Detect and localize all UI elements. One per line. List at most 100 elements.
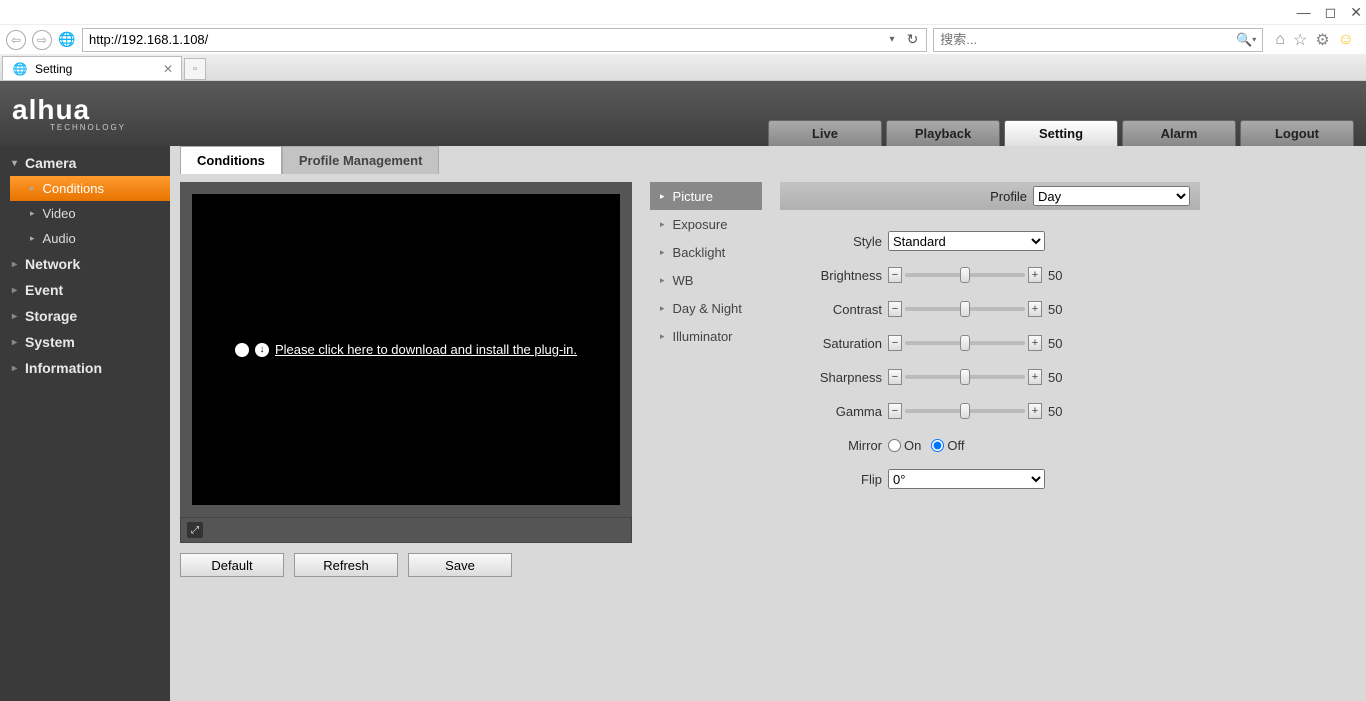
browser-tab[interactable]: 🌐 Setting ✕ xyxy=(2,56,182,80)
new-tab-button[interactable]: ▫ xyxy=(184,58,206,80)
topnav-logout[interactable]: Logout xyxy=(1240,120,1354,146)
close-window-icon[interactable]: ✕ xyxy=(1350,4,1362,21)
favorites-icon[interactable]: ☆ xyxy=(1293,30,1307,50)
brand-logo: alhua TECHNOLOGY xyxy=(12,96,126,132)
url-dropdown-icon[interactable]: ▾ xyxy=(886,34,899,45)
contrast-slider-thumb[interactable] xyxy=(960,301,970,317)
contrast-increase-button[interactable]: + xyxy=(1028,301,1042,317)
brightness-decrease-button[interactable]: − xyxy=(888,267,902,283)
maximize-icon[interactable]: ◻ xyxy=(1325,4,1337,21)
saturation-slider-thumb[interactable] xyxy=(960,335,970,351)
window-titlebar: — ◻ ✕ xyxy=(0,0,1366,24)
address-bar[interactable]: ▾ ↻ xyxy=(82,28,927,52)
menu-illuminator[interactable]: Illuminator xyxy=(650,322,762,350)
profile-bar: Profile Day xyxy=(780,182,1200,210)
tab-favicon-icon: 🌐 xyxy=(11,60,29,78)
menu-wb[interactable]: WB xyxy=(650,266,762,294)
default-button[interactable]: Default xyxy=(180,553,284,577)
brightness-increase-button[interactable]: + xyxy=(1028,267,1042,283)
contrast-label: Contrast xyxy=(780,302,888,317)
profile-select[interactable]: Day xyxy=(1033,186,1190,206)
refresh-button[interactable]: Refresh xyxy=(294,553,398,577)
sidebar: CameraConditionsVideoAudioNetworkEventSt… xyxy=(0,146,170,701)
minimize-icon[interactable]: — xyxy=(1297,4,1311,20)
home-icon[interactable]: ⌂ xyxy=(1275,31,1285,49)
sidebar-group-event[interactable]: Event xyxy=(0,277,170,303)
saturation-increase-button[interactable]: + xyxy=(1028,335,1042,351)
sidebar-item-audio[interactable]: Audio xyxy=(0,226,170,251)
mirror-label: Mirror xyxy=(780,438,888,453)
sidebar-item-conditions[interactable]: Conditions xyxy=(10,176,170,201)
app-header: alhua TECHNOLOGY LivePlaybackSettingAlar… xyxy=(0,81,1366,146)
forward-button[interactable]: ⇨ xyxy=(32,30,52,50)
sidebar-group-system[interactable]: System xyxy=(0,329,170,355)
sidebar-group-information[interactable]: Information xyxy=(0,355,170,381)
search-bar[interactable]: 🔍▾ xyxy=(933,28,1263,52)
topnav-alarm[interactable]: Alarm xyxy=(1122,120,1236,146)
browser-nav-bar: ⇦ ⇨ 🌐 ▾ ↻ 🔍▾ ⌂ ☆ ⚙ ☺ xyxy=(0,24,1366,54)
browser-tab-bar: 🌐 Setting ✕ ▫ xyxy=(0,54,1366,80)
tab-profile-management[interactable]: Profile Management xyxy=(282,146,440,174)
topnav-setting[interactable]: Setting xyxy=(1004,120,1118,146)
saturation-slider[interactable] xyxy=(905,341,1025,345)
plugin-download-link[interactable]: ↓ Please click here to download and inst… xyxy=(235,342,577,357)
tab-conditions[interactable]: Conditions xyxy=(180,146,282,174)
mirror-on-radio[interactable]: On xyxy=(888,438,921,453)
menu-exposure[interactable]: Exposure xyxy=(650,210,762,238)
fullscreen-icon[interactable]: ⤢ xyxy=(187,522,203,538)
flip-label: Flip xyxy=(780,472,888,487)
sharpness-decrease-button[interactable]: − xyxy=(888,369,902,385)
search-icon[interactable]: 🔍▾ xyxy=(1230,32,1262,48)
style-label: Style xyxy=(780,234,888,249)
sharpness-slider-thumb[interactable] xyxy=(960,369,970,385)
save-button[interactable]: Save xyxy=(408,553,512,577)
sidebar-group-camera[interactable]: Camera xyxy=(0,150,170,176)
url-input[interactable] xyxy=(83,30,886,49)
menu-backlight[interactable]: Backlight xyxy=(650,238,762,266)
sharpness-label: Sharpness xyxy=(780,370,888,385)
brightness-value: 50 xyxy=(1048,268,1062,283)
mirror-off-radio[interactable]: Off xyxy=(931,438,964,453)
ie-icon: 🌐 xyxy=(58,31,76,49)
preview-toolbar: ⤢ xyxy=(180,517,632,543)
refresh-icon[interactable]: ↻ xyxy=(899,31,927,48)
sidebar-group-network[interactable]: Network xyxy=(0,251,170,277)
saturation-decrease-button[interactable]: − xyxy=(888,335,902,351)
brightness-label: Brightness xyxy=(780,268,888,283)
picture-settings: Profile Day Style Standard Brightness − … xyxy=(780,182,1356,577)
menu-day-night[interactable]: Day & Night xyxy=(650,294,762,322)
tools-icon[interactable]: ⚙ xyxy=(1315,30,1329,50)
content-area: ConditionsProfile Management ↓ Please cl… xyxy=(170,146,1366,701)
brightness-slider[interactable] xyxy=(905,273,1025,277)
menu-picture[interactable]: Picture xyxy=(650,182,762,210)
profile-label: Profile xyxy=(990,189,1027,204)
sharpness-slider[interactable] xyxy=(905,375,1025,379)
sharpness-value: 50 xyxy=(1048,370,1062,385)
saturation-value: 50 xyxy=(1048,336,1062,351)
style-select[interactable]: Standard xyxy=(888,231,1045,251)
gamma-slider-thumb[interactable] xyxy=(960,403,970,419)
flip-select[interactable]: 0° xyxy=(888,469,1045,489)
conditions-menu: PictureExposureBacklightWBDay & NightIll… xyxy=(650,182,762,577)
back-button[interactable]: ⇦ xyxy=(6,30,26,50)
saturation-label: Saturation xyxy=(780,336,888,351)
feedback-icon[interactable]: ☺ xyxy=(1338,31,1354,49)
video-preview: ↓ Please click here to download and inst… xyxy=(180,182,632,517)
gamma-decrease-button[interactable]: − xyxy=(888,403,902,419)
sidebar-group-storage[interactable]: Storage xyxy=(0,303,170,329)
gamma-increase-button[interactable]: + xyxy=(1028,403,1042,419)
topnav-live[interactable]: Live xyxy=(768,120,882,146)
gamma-value: 50 xyxy=(1048,404,1062,419)
tab-title: Setting xyxy=(35,62,72,76)
contrast-slider[interactable] xyxy=(905,307,1025,311)
contrast-decrease-button[interactable]: − xyxy=(888,301,902,317)
contrast-value: 50 xyxy=(1048,302,1062,317)
gamma-slider[interactable] xyxy=(905,409,1025,413)
sharpness-increase-button[interactable]: + xyxy=(1028,369,1042,385)
brightness-slider-thumb[interactable] xyxy=(960,267,970,283)
gamma-label: Gamma xyxy=(780,404,888,419)
tab-close-icon[interactable]: ✕ xyxy=(163,62,173,76)
sidebar-item-video[interactable]: Video xyxy=(0,201,170,226)
search-input[interactable] xyxy=(934,30,1230,49)
topnav-playback[interactable]: Playback xyxy=(886,120,1000,146)
